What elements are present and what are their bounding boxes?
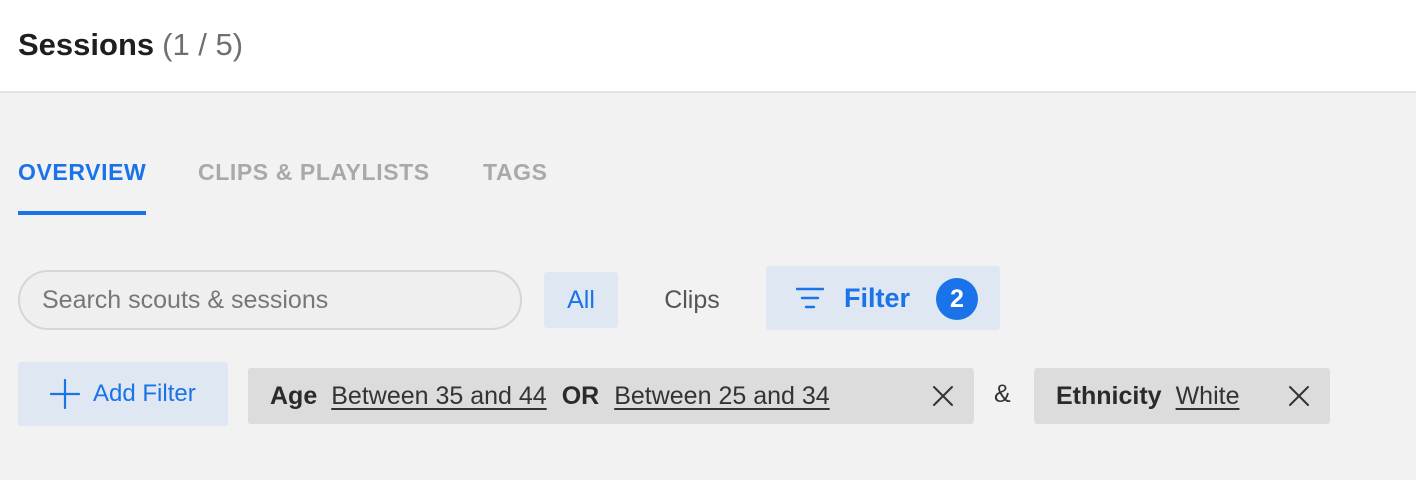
tab-tags[interactable]: TAGS <box>483 159 548 215</box>
page-header: Sessions (1 / 5) <box>0 0 1416 93</box>
filter-count-badge: 2 <box>936 278 978 320</box>
filter-joiner: & <box>994 380 1011 408</box>
session-count: (1 / 5) <box>162 27 244 62</box>
filter-chip-operator: OR <box>561 381 600 410</box>
filter-chip-key: Ethnicity <box>1056 381 1162 410</box>
tab-tags-label: TAGS <box>483 159 548 185</box>
add-filter-label: Add Filter <box>93 380 196 407</box>
filter-lines-icon <box>796 287 824 309</box>
add-filter-button[interactable]: Add Filter <box>18 362 228 426</box>
filter-chip-value[interactable]: White <box>1176 382 1240 411</box>
filter-chip-value[interactable]: Between 25 and 34 <box>614 382 829 411</box>
segment-clips-label: Clips <box>664 285 720 314</box>
tab-clips-playlists[interactable]: CLIPS & PLAYLISTS <box>198 159 430 215</box>
filter-button-label: Filter <box>844 283 911 313</box>
segment-all-label: All <box>567 285 595 314</box>
page-title: Sessions (1 / 5) <box>18 26 243 64</box>
filter-chip-value[interactable]: Between 35 and 44 <box>331 382 546 411</box>
segment-clips[interactable]: Clips <box>640 272 744 328</box>
tab-overview-label: OVERVIEW <box>18 159 147 185</box>
segment-all[interactable]: All <box>544 272 618 328</box>
filter-chip-ethnicity: Ethnicity White <box>1034 368 1330 424</box>
filter-chip-age: Age Between 35 and 44 OR Between 25 and … <box>248 368 974 424</box>
tab-clips-playlists-label: CLIPS & PLAYLISTS <box>198 159 430 185</box>
filter-chip-key: Age <box>270 381 318 410</box>
active-tab-indicator <box>18 211 147 215</box>
tab-overview[interactable]: OVERVIEW <box>18 159 147 215</box>
remove-filter-close-icon[interactable] <box>931 384 955 408</box>
remove-filter-close-icon[interactable] <box>1287 384 1311 408</box>
page-title-text: Sessions <box>18 27 155 62</box>
filter-button[interactable]: Filter 2 <box>766 266 1000 330</box>
search-input[interactable] <box>18 270 522 330</box>
plus-icon <box>50 379 80 409</box>
